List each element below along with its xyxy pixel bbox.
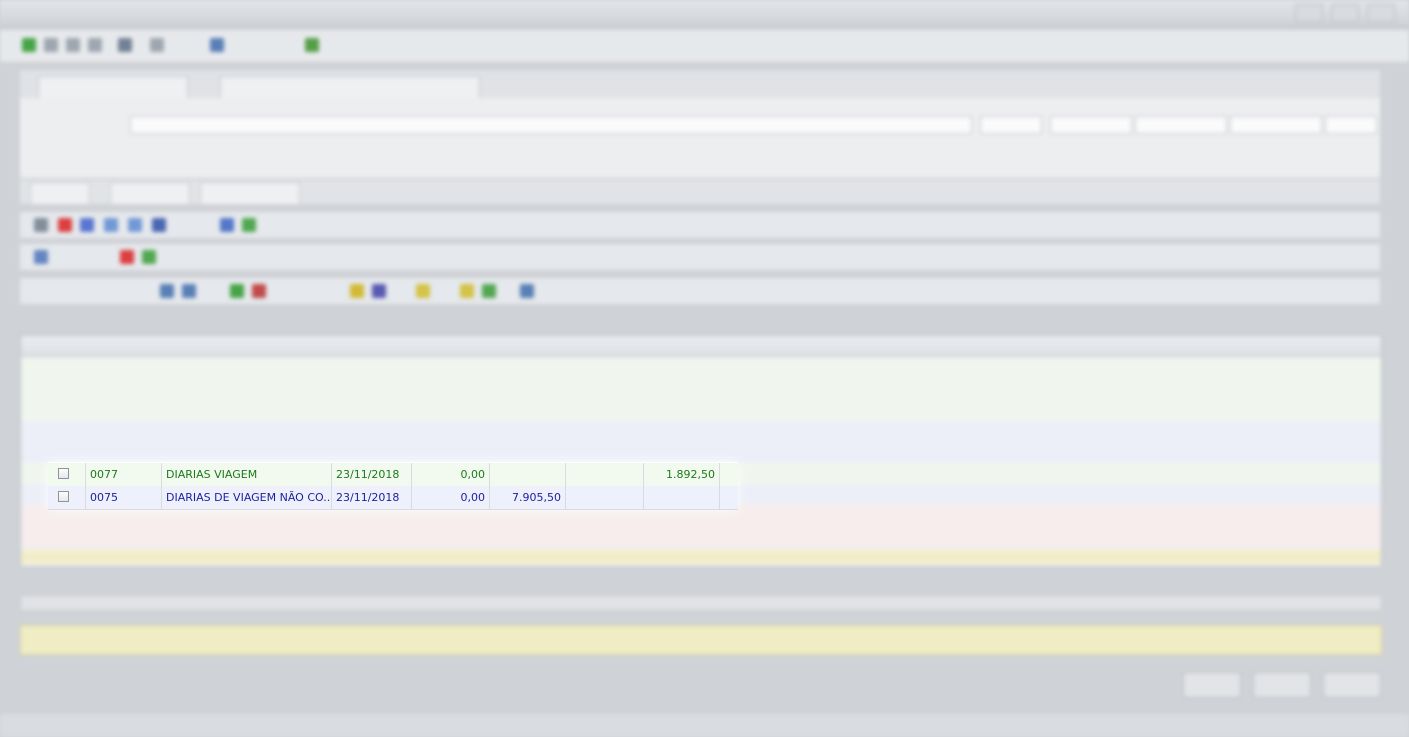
value-cell [644,486,720,509]
sub-tabs [20,180,1380,204]
checkbox-cell[interactable] [48,463,86,486]
toolbar-icon[interactable] [128,218,142,232]
value-cell: 7.905,50 [490,486,566,509]
toolbar-icon[interactable] [372,284,386,298]
subtab[interactable] [30,182,90,204]
subtab[interactable] [200,182,300,204]
toolbar-icon[interactable] [210,38,224,52]
subtab[interactable] [110,182,190,204]
value-cell [566,463,644,486]
tab-first[interactable] [38,76,188,98]
horizontal-scrollbar[interactable] [20,595,1382,611]
spacer-cell [720,463,738,486]
toolbar-icon[interactable] [460,284,474,298]
toolbar-icon[interactable] [142,250,156,264]
table-row[interactable]: 0075 DIARIAS DE VIAGEM NÃO CO... 23/11/2… [48,486,738,510]
grid-toolbar-3 [20,278,1380,304]
toolbar-icon[interactable] [104,218,118,232]
value-cell: 0,00 [412,463,490,486]
minimize-button[interactable] [1295,4,1323,22]
toolbar-icon[interactable] [242,218,256,232]
window-controls [1295,4,1395,22]
header-field[interactable] [1325,116,1377,134]
header-field[interactable] [980,116,1042,134]
value-cell [490,463,566,486]
window-titlebar [0,0,1409,27]
tab-second[interactable] [220,76,480,98]
table-row[interactable] [21,421,1381,443]
blurred-background [0,0,1409,737]
date-cell: 23/11/2018 [332,463,412,486]
toolbar-icon[interactable] [80,218,94,232]
toolbar-icon[interactable] [252,284,266,298]
code-cell: 0075 [86,486,162,509]
main-tabs [20,70,1380,99]
table-row[interactable] [21,379,1381,401]
toolbar-icon[interactable] [44,38,58,52]
footer-button[interactable] [1253,672,1311,698]
toolbar-icon[interactable] [118,38,132,52]
toolbar-icon[interactable] [58,218,72,232]
description-cell: DIARIAS DE VIAGEM NÃO CO... [162,486,332,509]
table-row[interactable]: 0077 DIARIAS VIAGEM 23/11/2018 0,00 1.89… [48,463,738,487]
toolbar-icon[interactable] [34,250,48,264]
table-row[interactable] [21,526,1381,548]
data-grid-background [20,335,1382,567]
toolbar-icon[interactable] [22,38,36,52]
date-cell: 23/11/2018 [332,486,412,509]
grid-toolbar-2 [20,244,1380,270]
checkbox-cell[interactable] [48,486,86,509]
close-button[interactable] [1367,4,1395,22]
value-cell: 0,00 [412,486,490,509]
checkbox-icon[interactable] [58,491,69,502]
toolbar-icon[interactable] [230,284,244,298]
toolbar-icon[interactable] [150,38,164,52]
toolbar-icon[interactable] [520,284,534,298]
toolbar-icon[interactable] [66,38,80,52]
header-field[interactable] [1135,116,1227,134]
spacer-cell [720,486,738,509]
toolbar-icon[interactable] [152,218,166,232]
table-row[interactable] [21,442,1381,464]
table-row[interactable] [21,400,1381,422]
toolbar-icon[interactable] [350,284,364,298]
header-field[interactable] [1050,116,1132,134]
grid-toolbar-1 [20,212,1380,238]
toolbar-icon[interactable] [34,218,48,232]
toolbar-icon[interactable] [416,284,430,298]
header-panel [20,98,1380,179]
toolbar-icon[interactable] [220,218,234,232]
footer-button[interactable] [1323,672,1381,698]
value-cell [566,486,644,509]
toolbar-icon[interactable] [88,38,102,52]
footer-buttons [1183,672,1381,698]
description-cell: DIARIAS VIAGEM [162,463,332,486]
toolbar-icon[interactable] [305,38,319,52]
table-row[interactable] [21,358,1381,380]
toolbar-icon[interactable] [182,284,196,298]
footer-button[interactable] [1183,672,1241,698]
toolbar-icon[interactable] [482,284,496,298]
maximize-button[interactable] [1331,4,1359,22]
highlighted-rows: 0077 DIARIAS VIAGEM 23/11/2018 0,00 1.89… [48,462,738,510]
header-field[interactable] [130,116,972,134]
main-toolbar [0,30,1409,63]
grid-header [21,336,1381,357]
toolbar-icon[interactable] [120,250,134,264]
value-cell: 1.892,50 [644,463,720,486]
toolbar-icon[interactable] [160,284,174,298]
code-cell: 0077 [86,463,162,486]
summary-bar [20,625,1382,655]
header-field[interactable] [1230,116,1322,134]
grid-total-line [21,550,1381,564]
checkbox-icon[interactable] [58,468,69,479]
status-bar [0,712,1409,737]
